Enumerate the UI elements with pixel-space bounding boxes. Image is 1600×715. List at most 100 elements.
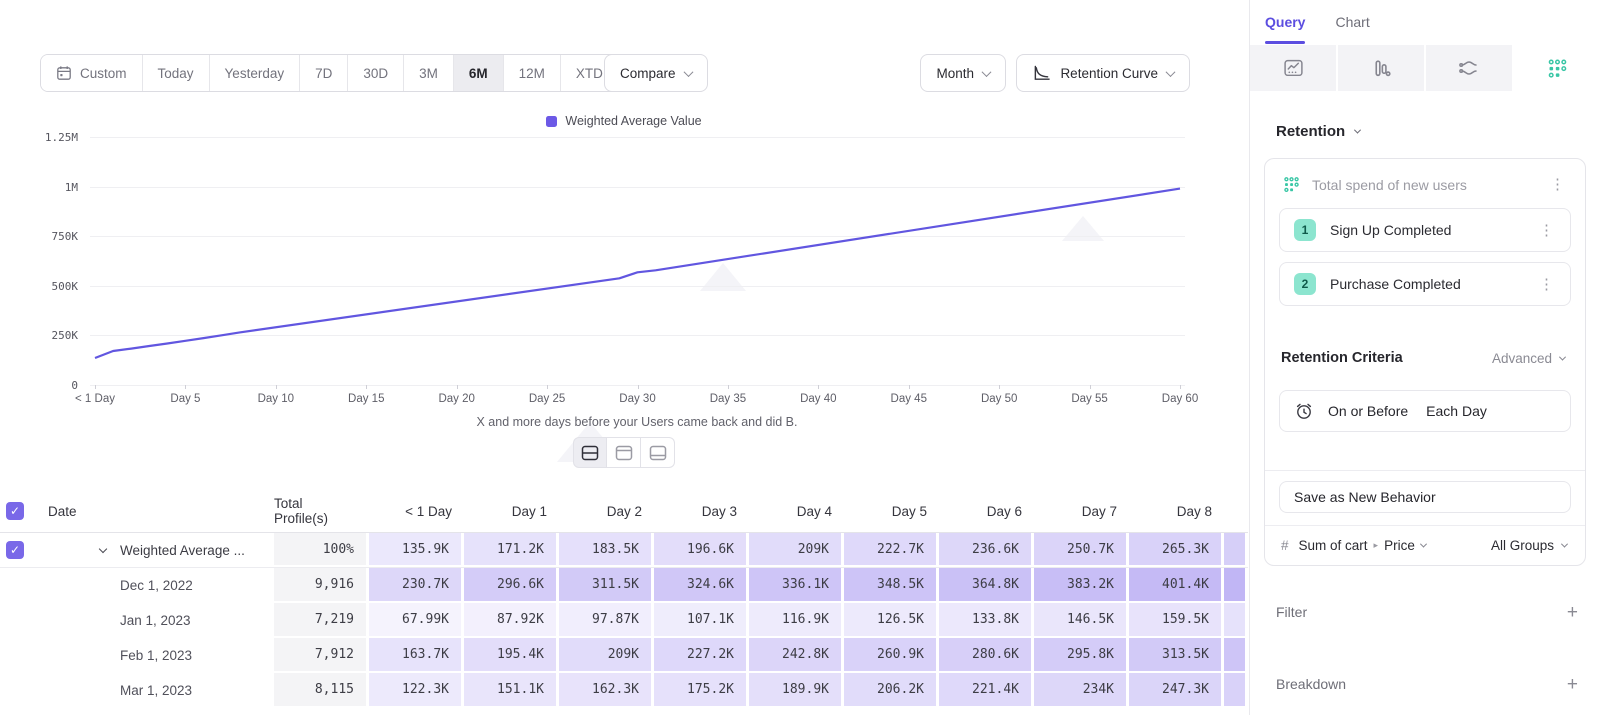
x-axis-tick: Day 15: [348, 393, 384, 405]
range-label: 6M: [469, 66, 488, 81]
x-axis-tick: Day 55: [1071, 393, 1107, 405]
column-header-day-6[interactable]: Day 6: [939, 490, 1034, 532]
save-as-new-behavior-label: Save as New Behavior: [1294, 489, 1436, 505]
retention-value-cell: 247.3K: [1129, 673, 1224, 708]
retention-value-cell: 296.6K: [464, 568, 559, 603]
row-expander-icon[interactable]: [99, 544, 107, 552]
range-3m[interactable]: 3M: [403, 55, 453, 91]
column-header-date[interactable]: Date: [48, 490, 274, 532]
retention-value-cell: 221.4K: [939, 673, 1034, 708]
x-axis-tick-mark: [366, 385, 367, 389]
column-header-day-3[interactable]: Day 3: [654, 490, 749, 532]
retention-value-cell: 209K: [559, 638, 654, 673]
behavior-step-sign-up-completed[interactable]: 1Sign Up Completed⋮: [1279, 208, 1571, 252]
retention-value-cell: 324.6K: [654, 568, 749, 603]
x-axis-tick: Day 50: [981, 393, 1017, 405]
step-number-badge: 2: [1294, 273, 1316, 295]
range-today[interactable]: Today: [142, 55, 209, 91]
table-row[interactable]: Dec 1, 20229,916230.7K296.6K311.5K324.6K…: [0, 568, 1248, 603]
range-label: 7D: [315, 66, 332, 81]
x-axis-tick-mark: [638, 385, 639, 389]
table-row[interactable]: ✓Weighted Average ...100%135.9K171.2K183…: [0, 533, 1248, 568]
behavior-step-purchase-completed[interactable]: 2Purchase Completed⋮: [1279, 262, 1571, 306]
retention-value-cell: 236.6K: [939, 533, 1034, 567]
column-header-total-profile-s-[interactable]: Total Profile(s): [274, 490, 369, 532]
x-axis-tick-mark: [185, 385, 186, 389]
x-axis-tick-mark: [909, 385, 910, 389]
table-row[interactable]: Jan 1, 20237,21967.99K87.92K97.87K107.1K…: [0, 603, 1248, 638]
column-header-day-2[interactable]: Day 2: [559, 490, 654, 532]
retention-value-cell: 401.4K: [1129, 568, 1224, 603]
range-custom[interactable]: Custom: [41, 55, 142, 91]
range-6m[interactable]: 6M: [453, 55, 503, 91]
chart-type-button[interactable]: Retention Curve: [1016, 54, 1190, 92]
kebab-menu-icon[interactable]: ⋮: [1535, 221, 1558, 240]
chevron-down-icon: [1561, 541, 1568, 548]
report-section-heading[interactable]: Retention: [1276, 123, 1360, 140]
row-checkbox[interactable]: ✓: [6, 502, 24, 520]
range-7d[interactable]: 7D: [299, 55, 347, 91]
criteria-mode-label: Advanced: [1492, 351, 1552, 366]
retention-value-cell: 162.3K: [559, 673, 654, 708]
retention-value-cell: 151.1K: [464, 673, 559, 708]
column-header-day-5[interactable]: Day 5: [844, 490, 939, 532]
card-divider: [1265, 470, 1585, 471]
retention-value-cell: 265.3K: [1129, 533, 1224, 567]
total-profiles-cell: 7,912: [274, 638, 369, 673]
kebab-menu-icon[interactable]: ⋮: [1535, 275, 1558, 294]
chart-type-label: Retention Curve: [1060, 66, 1158, 81]
groups-label: All Groups: [1491, 538, 1554, 553]
table-row[interactable]: Mar 1, 20238,115122.3K151.1K162.3K175.2K…: [0, 673, 1248, 708]
x-axis-tick-mark: [457, 385, 458, 389]
row-checkbox-cell: [0, 638, 48, 673]
chart-view-toggle[interactable]: [607, 437, 641, 468]
measure-property-dropdown[interactable]: Sum of cart ▸ Price: [1299, 538, 1491, 553]
retention-value-cell: 242.8K: [749, 638, 844, 673]
kebab-menu-icon[interactable]: ⋮: [1546, 175, 1569, 194]
column-header--1-day[interactable]: < 1 Day: [369, 490, 464, 532]
range-yesterday[interactable]: Yesterday: [209, 55, 300, 91]
flows-tab[interactable]: [1426, 45, 1512, 91]
split-view-toggle[interactable]: [573, 437, 607, 468]
save-as-new-behavior-button[interactable]: Save as New Behavior: [1279, 481, 1571, 513]
funnels-icon: [1371, 58, 1392, 79]
range-30d[interactable]: 30D: [347, 55, 403, 91]
criteria-mode-dropdown[interactable]: Advanced: [1492, 351, 1565, 366]
retention-value-cell: 364.8K: [939, 568, 1034, 603]
x-axis-tick: Day 5: [170, 393, 200, 405]
groups-dropdown[interactable]: All Groups: [1491, 538, 1567, 553]
row-label-cell: Weighted Average ...: [48, 533, 274, 567]
granularity-button[interactable]: Month: [920, 54, 1006, 92]
column-header-day-4[interactable]: Day 4: [749, 490, 844, 532]
retention-value-cell: 175.2K: [654, 673, 749, 708]
retention-value-cell: 206.2K: [844, 673, 939, 708]
x-axis-tick-mark: [728, 385, 729, 389]
column-header-day-8[interactable]: Day 8: [1129, 490, 1224, 532]
retention-value-cell: 222.7K: [844, 533, 939, 567]
table-row[interactable]: Feb 1, 20237,912163.7K195.4K209K227.2K24…: [0, 638, 1248, 673]
breakdown-section: Breakdown +: [1276, 664, 1578, 704]
chart-view-icon: [615, 445, 633, 461]
retention-value-cell-partial: [1224, 638, 1248, 673]
x-axis-tick-mark: [999, 385, 1000, 389]
insights-tab[interactable]: [1250, 45, 1336, 91]
compare-button[interactable]: Compare: [604, 54, 708, 92]
column-header-day-7[interactable]: Day 7: [1034, 490, 1129, 532]
range-12m[interactable]: 12M: [503, 55, 560, 91]
retention-value-cell: 227.2K: [654, 638, 749, 673]
add-filter-button[interactable]: +: [1567, 603, 1578, 622]
row-checkbox[interactable]: ✓: [6, 541, 24, 559]
tab-query[interactable]: Query: [1265, 0, 1305, 44]
retention-tab[interactable]: [1514, 45, 1600, 91]
add-breakdown-button[interactable]: +: [1567, 675, 1578, 694]
retention-value-cell-partial: [1224, 673, 1248, 708]
funnels-tab[interactable]: [1338, 45, 1424, 91]
retention-value-cell: 67.99K: [369, 603, 464, 638]
x-axis-tick: Day 45: [891, 393, 927, 405]
retention-report-page: CustomTodayYesterday7D30D3M6M12MXTD Comp…: [0, 0, 1600, 715]
criteria-condition-box[interactable]: On or Before Each Day: [1279, 390, 1571, 432]
tab-chart[interactable]: Chart: [1335, 0, 1369, 44]
table-view-toggle[interactable]: [641, 437, 675, 468]
x-axis-tick: Day 10: [258, 393, 294, 405]
column-header-day-1[interactable]: Day 1: [464, 490, 559, 532]
